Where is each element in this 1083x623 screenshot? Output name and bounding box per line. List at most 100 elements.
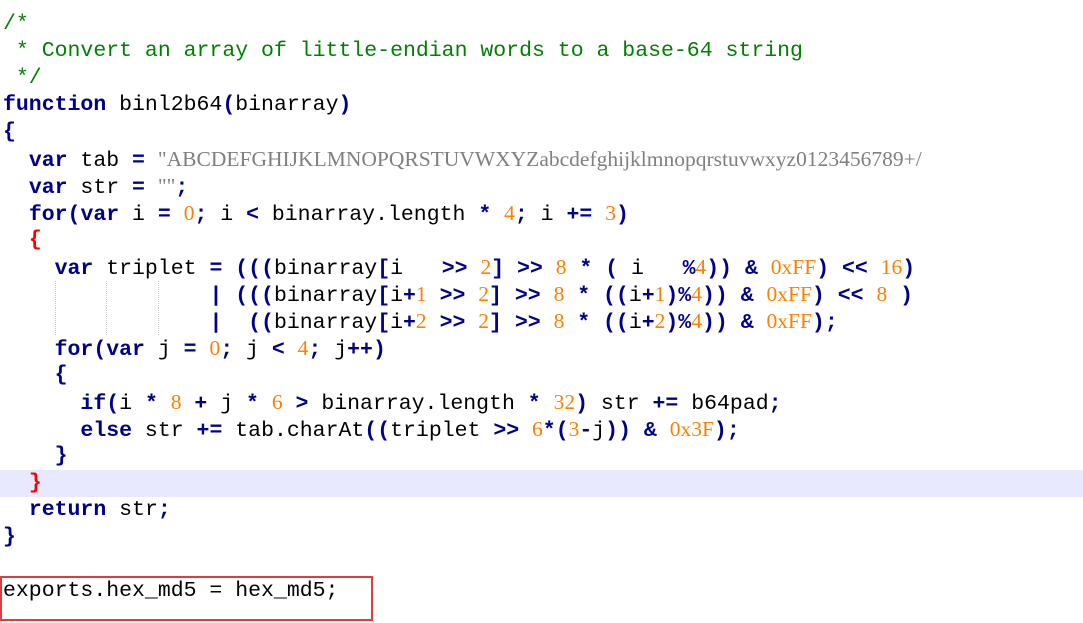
number-token: 4 bbox=[297, 336, 309, 360]
number-token: 0 bbox=[209, 336, 221, 360]
keyword-token: return bbox=[28, 498, 107, 522]
identifier-token: j bbox=[321, 338, 348, 362]
identifier-token: binarray.length bbox=[308, 392, 528, 416]
code-line[interactable]: return str; bbox=[0, 497, 1083, 524]
operator-token: *( bbox=[542, 419, 569, 443]
code-line[interactable]: var str = ""; bbox=[0, 173, 1083, 200]
identifier-token bbox=[491, 203, 504, 227]
number-token: 3 bbox=[568, 417, 580, 441]
code-line[interactable]: * Convert an array of little-endian word… bbox=[0, 38, 1083, 65]
number-token: 8 bbox=[553, 309, 565, 333]
identifier-token bbox=[592, 203, 605, 227]
code-line[interactable]: var tab = "ABCDEFGHIJKLMNOPQRSTUVWXYZabc… bbox=[0, 146, 1083, 173]
identifier-token bbox=[3, 176, 29, 200]
identifier-token bbox=[222, 284, 235, 308]
keyword-token: var bbox=[54, 257, 94, 281]
number-token: 16 bbox=[880, 255, 903, 279]
operator-token: >> bbox=[439, 284, 466, 308]
number-token: 0xFF bbox=[766, 309, 812, 333]
identifier-token: str bbox=[67, 176, 133, 200]
number-token: 2 bbox=[478, 282, 490, 306]
operator-token: = bbox=[183, 338, 197, 362]
code-text: var str = ""; bbox=[3, 173, 189, 202]
identifier-token: i bbox=[628, 284, 642, 308]
code-text: } bbox=[3, 524, 16, 551]
keyword-token: var bbox=[28, 176, 68, 200]
identifier-token bbox=[728, 311, 741, 335]
matched-brace-token: { bbox=[28, 228, 42, 252]
identifier-token bbox=[592, 257, 605, 281]
operator-token: ( bbox=[106, 392, 120, 416]
identifier-token: j bbox=[207, 392, 247, 416]
operator-token: )) bbox=[706, 257, 733, 281]
code-line[interactable]: else str += tab.charAt((triplet >> 6*(3-… bbox=[0, 416, 1083, 443]
identifier-token bbox=[182, 392, 195, 416]
code-line[interactable]: { bbox=[0, 227, 1083, 254]
operator-token: [ bbox=[377, 284, 391, 308]
identifier-token: i bbox=[618, 257, 683, 281]
number-token: 32 bbox=[553, 390, 576, 414]
identifier-token bbox=[427, 284, 440, 308]
operator-token: ( bbox=[222, 93, 236, 117]
code-text: else str += tab.charAt((triplet >> 6*(3-… bbox=[3, 416, 740, 445]
code-line[interactable]: if(i * 8 + j * 6 > binarray.length * 32)… bbox=[0, 389, 1083, 416]
code-text: * Convert an array of little-endian word… bbox=[3, 38, 803, 65]
operator-token: + bbox=[641, 284, 655, 308]
identifier-token: tab bbox=[67, 149, 133, 173]
code-text: var triplet = (((binarray[i >> 2] >> 8 *… bbox=[3, 254, 916, 283]
number-token: 4 bbox=[504, 201, 515, 225]
code-line[interactable]: } bbox=[0, 470, 1083, 497]
identifier-token: i bbox=[207, 203, 247, 227]
code-line[interactable] bbox=[0, 551, 1083, 578]
identifier-token: i bbox=[628, 311, 642, 335]
operator-token: (( bbox=[364, 419, 391, 443]
code-line[interactable]: | ((binarray[i+2 >> 2] >> 8 * ((i+2)%4))… bbox=[0, 308, 1083, 335]
identifier-token bbox=[158, 392, 171, 416]
code-line[interactable]: function binl2b64(binarray) bbox=[0, 92, 1083, 119]
operator-token: } bbox=[54, 444, 68, 468]
identifier-token: i bbox=[119, 203, 158, 227]
operator-token: * bbox=[577, 311, 591, 335]
operator-token: >> bbox=[439, 311, 466, 335]
number-token: 1 bbox=[654, 282, 666, 306]
code-line[interactable]: } bbox=[0, 524, 1083, 551]
code-text: { bbox=[3, 362, 68, 389]
operator-token: ); bbox=[713, 419, 740, 443]
identifier-token bbox=[566, 257, 579, 281]
identifier-token: i bbox=[119, 392, 145, 416]
operator-token: ) bbox=[811, 284, 825, 308]
code-line[interactable]: } bbox=[0, 443, 1083, 470]
comment-token: /* bbox=[3, 12, 29, 36]
code-text: } bbox=[3, 443, 68, 470]
code-line[interactable]: { bbox=[0, 362, 1083, 389]
identifier-token bbox=[259, 392, 272, 416]
number-token: 8 bbox=[170, 390, 182, 414]
number-token: 3 bbox=[605, 201, 616, 225]
identifier-token bbox=[564, 311, 577, 335]
identifier-token: str bbox=[132, 419, 197, 443]
operator-token: ] bbox=[489, 284, 502, 308]
operator-token: * bbox=[144, 392, 158, 416]
code-line[interactable]: { bbox=[0, 119, 1083, 146]
identifier-token: triplet bbox=[93, 257, 210, 281]
code-line[interactable]: for(var i = 0; i < binarray.length * 4; … bbox=[0, 200, 1083, 227]
identifier-token: i bbox=[390, 257, 442, 281]
identifier-token: j bbox=[592, 419, 606, 443]
operator-token: ((( bbox=[235, 284, 274, 308]
number-token: 0xFF bbox=[766, 282, 812, 306]
operator-token: << bbox=[837, 284, 864, 308]
string-token: "" bbox=[157, 174, 176, 198]
operator-token: ) bbox=[338, 93, 352, 117]
code-line[interactable]: /* bbox=[0, 11, 1083, 38]
operator-token: ; bbox=[175, 176, 189, 200]
number-token: 8 bbox=[553, 282, 565, 306]
identifier-token bbox=[590, 311, 603, 335]
code-line[interactable]: | (((binarray[i+1 >> 2] >> 8 * ((i+1)%4)… bbox=[0, 281, 1083, 308]
code-line[interactable]: var triplet = (((binarray[i >> 2] >> 8 *… bbox=[0, 254, 1083, 281]
operator-token: << bbox=[842, 257, 868, 281]
code-line[interactable]: */ bbox=[0, 65, 1083, 92]
code-line[interactable]: for(var j = 0; j < 4; j++) bbox=[0, 335, 1083, 362]
identifier-token bbox=[732, 257, 745, 281]
operator-token: ( bbox=[93, 338, 107, 362]
code-editor[interactable]: /* * Convert an array of little-endian w… bbox=[0, 0, 1083, 623]
